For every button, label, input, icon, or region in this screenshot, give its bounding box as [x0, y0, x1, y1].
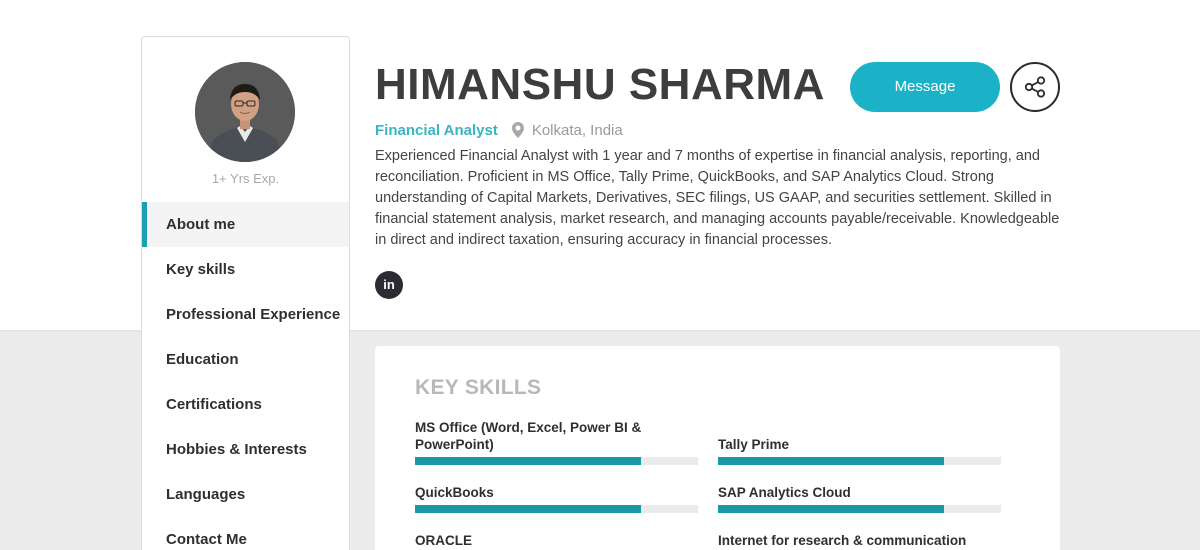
skill-item: SAP Analytics Cloud	[718, 482, 1001, 513]
experience-label: 1+ Yrs Exp.	[211, 171, 280, 186]
message-button[interactable]: Message	[850, 62, 1000, 112]
sidebar-item-professional-experience[interactable]: Professional Experience	[142, 292, 349, 337]
role-location-line: Financial Analyst Kolkata, India	[375, 120, 623, 140]
location-text: Kolkata, India	[531, 121, 623, 139]
skill-name: SAP Analytics Cloud	[718, 485, 851, 500]
skill-item: Internet for research & communication	[718, 530, 1001, 550]
linkedin-icon[interactable]: in	[375, 271, 403, 299]
skill-name: Internet for research & communication	[718, 533, 967, 548]
sidebar-item-about-me[interactable]: About me	[142, 202, 349, 247]
skill-progress-bar	[718, 505, 1001, 513]
skill-progress-bar	[415, 505, 698, 513]
job-title: Financial Analyst	[375, 121, 498, 139]
skill-name: MS Office (Word, Excel, Power BI & Power…	[415, 420, 642, 452]
skill-name: Tally Prime	[718, 437, 790, 452]
sidebar-nav: About me Key skills Professional Experie…	[142, 202, 349, 550]
profile-name: HIMANSHU SHARMA	[375, 60, 825, 109]
sidebar-item-key-skills[interactable]: Key skills	[142, 247, 349, 292]
skill-progress-bar	[415, 457, 698, 465]
profile-summary: Experienced Financial Analyst with 1 yea…	[375, 148, 1060, 248]
skill-progress-fill	[718, 505, 945, 513]
skill-item: QuickBooks	[415, 482, 698, 513]
share-icon	[1024, 76, 1046, 98]
skill-item: ORACLE	[415, 530, 698, 550]
skill-item: Tally Prime	[718, 421, 1001, 465]
sidebar-item-languages[interactable]: Languages	[142, 472, 349, 517]
skill-progress-bar	[718, 457, 1001, 465]
sidebar-item-hobbies-interests[interactable]: Hobbies & Interests	[142, 427, 349, 472]
sidebar-item-education[interactable]: Education	[142, 337, 349, 382]
skill-progress-fill	[415, 505, 642, 513]
share-button[interactable]	[1010, 62, 1060, 112]
key-skills-card: KEY SKILLS MS Office (Word, Excel, Power…	[375, 346, 1060, 550]
skill-progress-fill	[718, 457, 945, 465]
sidebar-item-certifications[interactable]: Certifications	[142, 382, 349, 427]
skill-name: QuickBooks	[415, 485, 494, 500]
skill-item: MS Office (Word, Excel, Power BI & Power…	[415, 420, 698, 465]
key-skills-title: KEY SKILLS	[415, 376, 542, 399]
sidebar-item-contact-me[interactable]: Contact Me	[142, 517, 349, 550]
skill-progress-fill	[415, 457, 642, 465]
sidebar: 1+ Yrs Exp. About me Key skills Professi…	[141, 36, 350, 550]
location-pin-icon	[511, 122, 524, 138]
avatar	[195, 62, 295, 162]
skill-name: ORACLE	[415, 533, 472, 548]
